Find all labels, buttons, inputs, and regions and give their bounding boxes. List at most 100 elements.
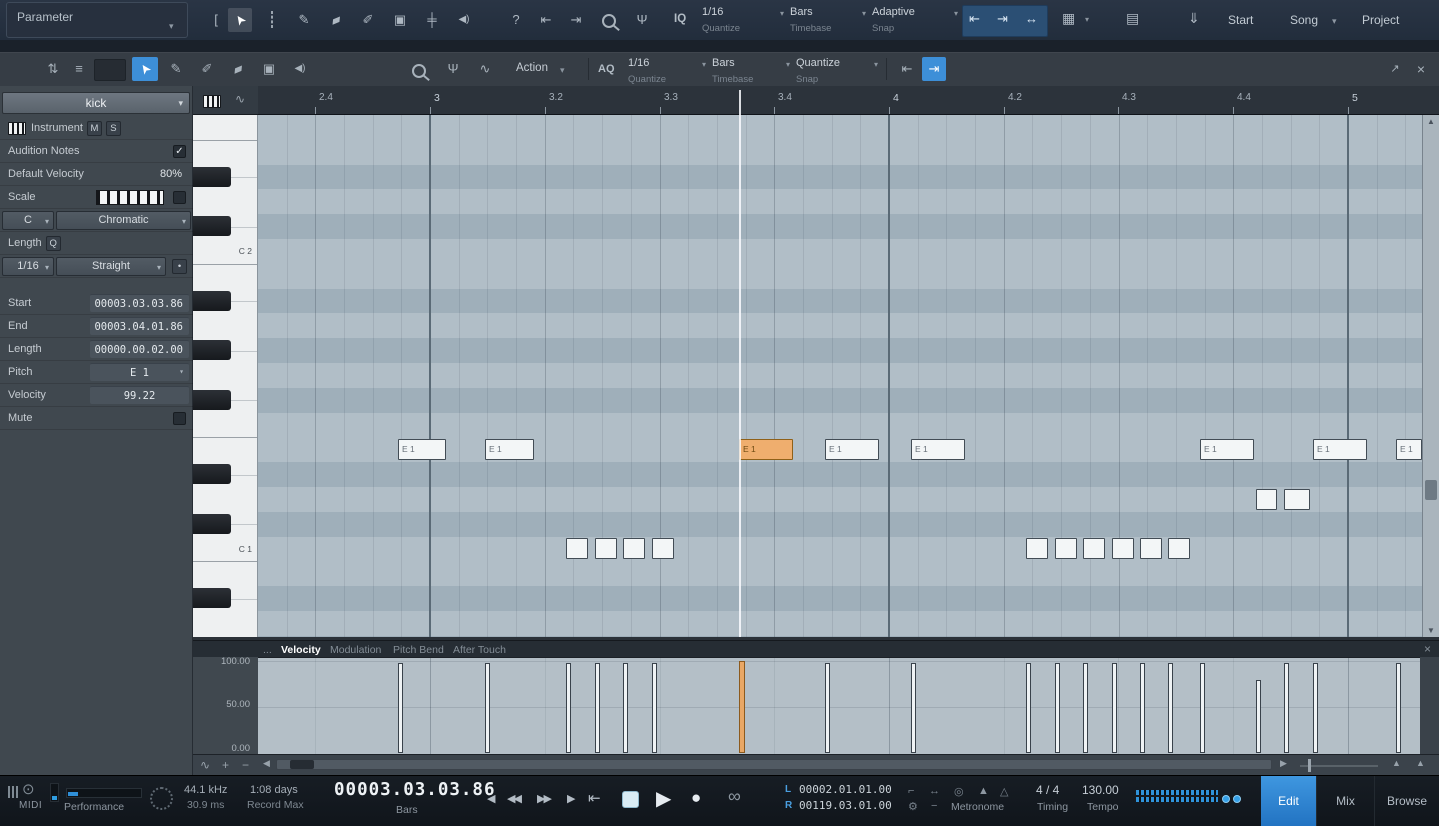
midi-note[interactable]: E 1	[825, 438, 879, 460]
piano-black-key[interactable]	[193, 513, 231, 534]
browse-page-button[interactable]: Browse	[1374, 776, 1439, 826]
bracket-select-icon[interactable]: [	[204, 8, 228, 32]
midi-knob-icon[interactable]: ⊙	[22, 780, 35, 798]
velocity-bar[interactable]	[652, 663, 657, 753]
nav-project-button[interactable]: Project	[1362, 13, 1399, 27]
velocity-bar[interactable]	[1284, 663, 1289, 753]
listen-input-icon[interactable]: Ψ	[630, 8, 654, 32]
velocity-bar[interactable]	[825, 663, 830, 753]
grid-value-dropdown[interactable]: 1/16 ▾	[2, 256, 54, 276]
midi-note[interactable]	[623, 538, 645, 560]
horizontal-scrollbar-thumb[interactable]	[290, 760, 314, 769]
loop-right-value[interactable]: 00119.03.01.00	[799, 799, 892, 812]
playhead[interactable]	[739, 90, 741, 637]
snap-dropdown[interactable]: Quantize ▾ Snap	[796, 56, 880, 86]
arrow-tool-icon[interactable]: ➤	[228, 8, 252, 32]
midi-note[interactable]: E 1	[739, 438, 793, 460]
vertical-zoom-button-2[interactable]: ▲	[1416, 758, 1425, 768]
goto-end-icon[interactable]: ⇥	[997, 11, 1008, 27]
track-height-icon[interactable]: ⇅	[40, 57, 66, 81]
close-icon[interactable]: ×	[1424, 642, 1431, 656]
midi-note[interactable]	[1256, 488, 1277, 510]
tab-more[interactable]: ...	[263, 644, 272, 656]
midi-note[interactable]	[566, 538, 588, 560]
metronome-count-icon[interactable]: △	[1000, 785, 1008, 798]
eraser-tool-icon[interactable]: ▰	[324, 8, 348, 32]
listen-tool-icon[interactable]: ◀)	[452, 8, 476, 32]
midi-note[interactable]: E 1	[485, 438, 534, 460]
dotted-note-button[interactable]: •	[172, 258, 187, 274]
snap-to-end-icon[interactable]: ⇥	[922, 57, 946, 81]
zoom-out-button[interactable]: −	[242, 758, 249, 772]
midi-note[interactable]	[1168, 538, 1190, 560]
locate-next-icon[interactable]: ⇥	[564, 8, 588, 32]
preroll-icon[interactable]: ⌐	[908, 785, 914, 797]
zoom-slider[interactable]	[1300, 765, 1378, 767]
default-velocity-value[interactable]: 80%	[160, 168, 189, 180]
key-dropdown[interactable]: C ▾	[2, 210, 54, 230]
mix-page-button[interactable]: Mix	[1316, 776, 1374, 826]
loop-left-value[interactable]: 00002.01.01.00	[799, 783, 892, 796]
record-button[interactable]: ●	[691, 788, 701, 808]
export-icon[interactable]: ⇓	[1188, 10, 1200, 27]
midi-note[interactable]: E 1	[1396, 438, 1422, 460]
film-view-icon[interactable]: ▤	[1126, 10, 1139, 27]
piano-black-key[interactable]	[193, 166, 231, 187]
paint-tool-icon[interactable]: ✐	[194, 57, 220, 81]
timebase-dropdown[interactable]: Bars ▾ Timebase	[712, 56, 792, 86]
time-display[interactable]: 00003.03.03.86	[334, 780, 496, 800]
piano-keyboard[interactable]: C 2 C 1	[193, 115, 258, 637]
eraser-tool-icon[interactable]: ▰	[225, 57, 251, 81]
tab-pitch-bend[interactable]: Pitch Bend	[393, 644, 444, 656]
velocity-bar[interactable]	[911, 663, 916, 753]
scroll-left-button[interactable]: ◀	[263, 758, 270, 769]
zoom-tool-icon[interactable]	[412, 64, 426, 78]
velocity-bar[interactable]	[1112, 663, 1117, 753]
midi-note[interactable]: E 1	[398, 438, 446, 460]
piano-black-key[interactable]	[193, 588, 231, 609]
chevron-down-icon[interactable]: ▾	[560, 65, 565, 76]
loop-button[interactable]: ∞	[728, 786, 741, 807]
keyboard-view-icon[interactable]	[203, 95, 221, 108]
tab-velocity[interactable]: Velocity	[281, 644, 321, 656]
return-start-icon[interactable]: ⇤	[969, 11, 980, 27]
help-icon[interactable]: ?	[504, 8, 528, 32]
time-signature[interactable]: 4 / 4	[1036, 783, 1059, 797]
parameter-dropdown[interactable]: Parameter ▾	[6, 2, 188, 38]
zoom-curve-icon[interactable]: ∿	[200, 758, 210, 772]
tab-after-touch[interactable]: After Touch	[453, 644, 506, 656]
prev-marker-button[interactable]: ◀	[487, 792, 495, 805]
velocity-bar[interactable]	[1083, 663, 1088, 753]
action-menu[interactable]: Action	[516, 62, 548, 74]
velocity-bar[interactable]	[1168, 663, 1173, 753]
close-icon[interactable]: ×	[1408, 57, 1434, 81]
piano-black-key[interactable]	[193, 389, 231, 410]
vertical-scrollbar[interactable]: ▲ ▼	[1422, 115, 1439, 637]
time-unit[interactable]: Bars	[396, 804, 418, 816]
midi-note[interactable]: E 1	[911, 438, 965, 460]
zoom-slider-handle[interactable]	[1308, 759, 1311, 772]
chevron-down-icon[interactable]: ▾	[1085, 15, 1089, 24]
note-velocity-field[interactable]: 99.22	[90, 386, 189, 404]
midi-note[interactable]: E 1	[1200, 438, 1254, 460]
listen-tool-icon[interactable]: ◀)	[287, 57, 313, 81]
scale-type-dropdown[interactable]: Chromatic ▾	[56, 210, 191, 230]
nav-start-button[interactable]: Start	[1228, 13, 1253, 27]
audition-notes-checkbox[interactable]: ✓	[173, 144, 186, 158]
play-button[interactable]: ▶	[656, 786, 671, 811]
metronome-icon[interactable]: ▲	[978, 785, 989, 797]
velocity-bar[interactable]	[1026, 663, 1031, 753]
paint-tool-icon[interactable]: ✐	[356, 8, 380, 32]
tab-modulation[interactable]: Modulation	[330, 644, 381, 656]
velocity-lane[interactable]	[258, 657, 1420, 754]
split-tool-icon[interactable]: ╪	[420, 8, 444, 32]
scrollbar-thumb[interactable]	[1425, 480, 1437, 500]
scale-keys-widget[interactable]	[96, 189, 164, 205]
note-start-field[interactable]: 00003.03.03.86	[90, 294, 189, 312]
midi-note[interactable]	[1284, 488, 1310, 510]
tempo-value[interactable]: 130.00	[1082, 783, 1119, 797]
input-quantize-toggle[interactable]: IQ	[674, 13, 686, 25]
autopunch-icon[interactable]: ↔	[929, 785, 940, 797]
piano-black-key[interactable]	[193, 340, 231, 361]
velocity-bar[interactable]	[1313, 663, 1318, 753]
